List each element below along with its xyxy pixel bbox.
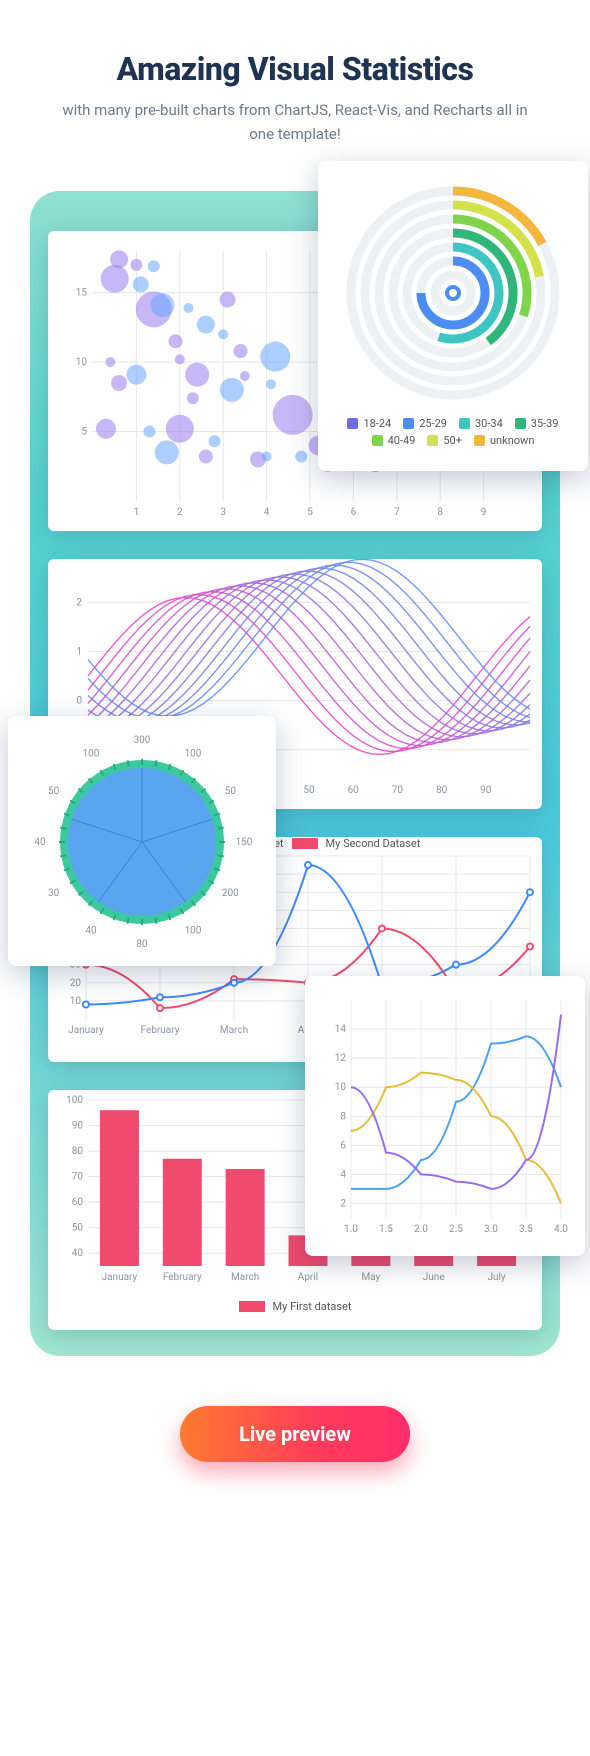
triline-chart-card: 2 4 6 8 10 12 14 1.0 1.5 2.0 2.5 3.0 3.5 4.0 — [305, 976, 585, 1256]
legend-label: My Second Dataset — [326, 837, 421, 850]
svg-text:2.5: 2.5 — [449, 1224, 463, 1235]
svg-text:9: 9 — [481, 507, 487, 518]
svg-text:3.5: 3.5 — [519, 1224, 533, 1235]
svg-text:April: April — [298, 1272, 318, 1283]
legend-label: My First dataset — [273, 1300, 352, 1313]
svg-text:8: 8 — [340, 1111, 346, 1122]
svg-text:100: 100 — [185, 925, 202, 936]
svg-text:150: 150 — [236, 837, 253, 848]
svg-text:2.0: 2.0 — [414, 1224, 428, 1235]
legend-item: 50+ — [427, 434, 462, 447]
page: Amazing Visual Statistics with many pre-… — [0, 0, 590, 1522]
svg-text:8: 8 — [437, 507, 443, 518]
triline-chart: 2 4 6 8 10 12 14 1.0 1.5 2.0 2.5 3.0 3.5 4.0 — [319, 990, 571, 1242]
legend-swatch — [292, 838, 318, 849]
legend-item: unknown — [474, 434, 534, 447]
svg-text:May: May — [361, 1272, 380, 1283]
svg-text:50: 50 — [48, 786, 60, 797]
svg-text:60: 60 — [72, 1197, 84, 1208]
svg-text:January: January — [68, 1025, 104, 1036]
svg-text:January: January — [102, 1272, 138, 1283]
page-subtitle: with many pre-built charts from ChartJS,… — [55, 98, 535, 146]
svg-text:40: 40 — [34, 837, 46, 848]
svg-text:30: 30 — [48, 888, 60, 899]
legend-item: 18-24 — [347, 417, 391, 430]
page-title: Amazing Visual Statistics — [0, 50, 590, 88]
svg-text:10: 10 — [70, 996, 82, 1007]
legend-item: 25-29 — [403, 417, 447, 430]
svg-text:80: 80 — [436, 785, 448, 796]
svg-text:6: 6 — [351, 507, 357, 518]
svg-text:60: 60 — [348, 785, 360, 796]
svg-text:12: 12 — [335, 1053, 347, 1064]
svg-text:80: 80 — [136, 939, 148, 950]
svg-text:February: February — [163, 1272, 202, 1283]
svg-text:March: March — [231, 1272, 259, 1283]
svg-text:20: 20 — [70, 978, 82, 989]
svg-text:10: 10 — [76, 357, 88, 368]
svg-text:3: 3 — [220, 507, 226, 518]
polar-chart: 300 100 50 150 200 100 80 40 30 40 50 100 — [14, 722, 270, 960]
svg-text:40: 40 — [72, 1248, 84, 1259]
svg-text:4: 4 — [340, 1169, 346, 1180]
svg-text:5: 5 — [81, 427, 87, 438]
svg-text:100: 100 — [66, 1095, 83, 1106]
bar-legend: My First dataset — [48, 1300, 542, 1313]
svg-text:40: 40 — [85, 925, 97, 936]
svg-text:100: 100 — [83, 749, 100, 760]
svg-text:90: 90 — [72, 1121, 84, 1132]
svg-text:70: 70 — [392, 785, 404, 796]
svg-text:3.0: 3.0 — [484, 1224, 498, 1235]
legend-item: 40-49 — [372, 434, 416, 447]
svg-text:4.0: 4.0 — [554, 1224, 568, 1235]
svg-text:0: 0 — [76, 696, 82, 707]
radial-chart — [332, 175, 574, 405]
svg-text:10: 10 — [335, 1082, 347, 1093]
svg-text:2: 2 — [177, 507, 183, 518]
svg-text:July: July — [487, 1272, 505, 1283]
svg-text:200: 200 — [222, 888, 239, 899]
svg-text:15: 15 — [76, 288, 88, 299]
legend-swatch — [239, 1301, 265, 1312]
svg-text:50: 50 — [303, 785, 315, 796]
svg-text:1: 1 — [76, 646, 82, 657]
legend-item: 35-39 — [515, 417, 559, 430]
svg-text:50: 50 — [225, 786, 237, 797]
svg-text:90: 90 — [480, 785, 492, 796]
svg-text:February: February — [141, 1025, 180, 1036]
live-preview-button[interactable]: Live preview — [180, 1406, 410, 1462]
svg-text:June: June — [423, 1272, 445, 1283]
svg-text:7: 7 — [394, 507, 400, 518]
svg-text:80: 80 — [72, 1146, 84, 1157]
svg-text:5: 5 — [307, 507, 313, 518]
svg-text:1: 1 — [134, 507, 140, 518]
svg-text:2: 2 — [340, 1198, 346, 1209]
svg-text:300: 300 — [134, 735, 151, 746]
svg-text:50: 50 — [72, 1223, 84, 1234]
radial-legend: 18-24 25-29 30-34 35-39 40-49 50+ unknown — [332, 417, 574, 447]
charts-board: 51015123456789 -10125060708090 My First … — [30, 191, 560, 1356]
svg-text:6: 6 — [340, 1140, 346, 1151]
polar-chart-card: 300 100 50 150 200 100 80 40 30 40 50 100 — [8, 716, 276, 966]
svg-text:March: March — [220, 1025, 248, 1036]
svg-text:1.5: 1.5 — [379, 1224, 393, 1235]
svg-text:14: 14 — [335, 1024, 347, 1035]
svg-text:2: 2 — [76, 597, 82, 608]
radial-chart-card: 18-24 25-29 30-34 35-39 40-49 50+ unknown — [318, 161, 588, 471]
svg-text:100: 100 — [185, 749, 202, 760]
svg-text:70: 70 — [72, 1172, 84, 1183]
legend-item: 30-34 — [459, 417, 503, 430]
svg-text:4: 4 — [264, 507, 270, 518]
svg-text:1.0: 1.0 — [344, 1224, 358, 1235]
